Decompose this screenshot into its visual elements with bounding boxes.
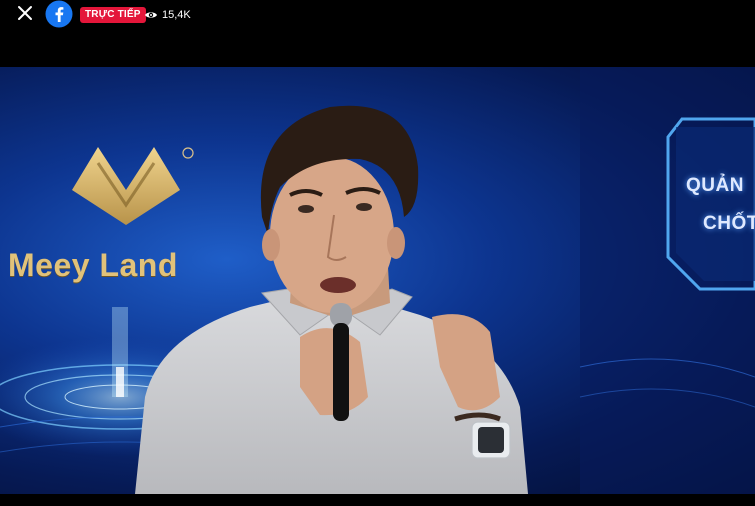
close-button[interactable] [14,5,36,23]
live-stream-topbar: TRỰC TIẾP 15,4K [0,0,755,30]
eye-icon [145,12,157,18]
screen-text-line-2: CHỐT [703,213,755,234]
brand-name: Meey Land [8,247,258,284]
viewer-count-text: 15,4K [162,9,191,21]
screen-text-line-1: QUẢN [686,175,744,196]
live-badge: TRỰC TIẾP [80,7,146,23]
brand-name-text: Meey Land [8,247,178,283]
facebook-logo-icon[interactable] [45,0,73,28]
live-video[interactable]: Meey Land QUẢN CHỐT [0,67,755,494]
viewer-count: 15,4K [144,7,191,23]
close-icon [18,6,32,20]
